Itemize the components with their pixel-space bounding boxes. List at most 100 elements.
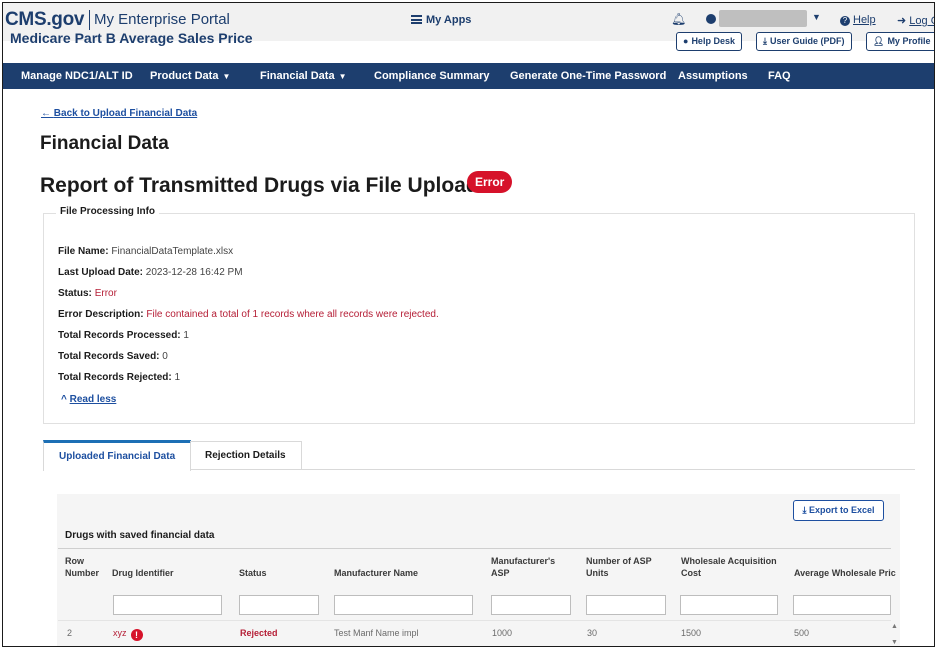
records-saved-row: Total Records Saved: 0: [58, 351, 168, 362]
records-rejected-value: 1: [174, 372, 181, 383]
download-icon: ⤓: [763, 36, 767, 46]
nav-generate-otp[interactable]: Generate One-Time Password: [510, 70, 666, 82]
filter-drug-identifier[interactable]: [113, 595, 222, 615]
cell-row-number: 2: [67, 628, 73, 638]
username-redacted[interactable]: [719, 10, 807, 27]
col-header-line1: Manufacturer's: [491, 556, 556, 566]
filter-status[interactable]: [239, 595, 319, 615]
col-header-manufacturer-asp[interactable]: Manufacturer's ASP: [491, 555, 555, 579]
col-header-line1: Row: [65, 556, 84, 566]
table-title: Drugs with saved financial data: [65, 530, 215, 541]
col-header-line2: Drug Identifier: [112, 568, 174, 578]
file-name-key: File Name:: [58, 246, 109, 257]
bell-icon[interactable]: 🔔︎: [671, 12, 686, 26]
caret-down-icon: ▼: [222, 72, 231, 81]
status-value: Error: [94, 288, 117, 299]
chevron-down-icon[interactable]: ▼: [812, 12, 821, 22]
table-header-divider: [58, 548, 891, 549]
cell-drug-identifier-text: xyz: [113, 628, 127, 638]
help-desk-button[interactable]: ● Help Desk: [676, 32, 742, 51]
cms-logo[interactable]: CMS.gov: [5, 9, 84, 31]
scroll-up-arrow[interactable]: ▲: [891, 623, 898, 630]
tab-uploaded-financial-data[interactable]: Uploaded Financial Data: [43, 440, 192, 471]
nav-financial-data-label: Financial Data: [260, 70, 335, 82]
nav-faq[interactable]: FAQ: [768, 70, 791, 82]
col-header-line1: [112, 555, 174, 567]
cell-manufacturer-name: Test Manf Name impl: [334, 628, 419, 638]
col-header-average-wholesale-price[interactable]: Average Wholesale Pric: [794, 555, 896, 579]
logout-link[interactable]: ➜ Log Out: [897, 14, 934, 27]
col-header-line1: Number of ASP: [586, 556, 652, 566]
upload-date-row: Last Upload Date: 2023-12-28 16:42 PM: [58, 267, 243, 278]
app-window: CMS.gov My Enterprise Portal My Apps 🔔︎ …: [2, 2, 935, 647]
my-apps-link[interactable]: My Apps: [411, 14, 471, 26]
nav-assumptions[interactable]: Assumptions: [678, 70, 748, 82]
nav-manage-ndc[interactable]: Manage NDC1/ALT ID: [21, 70, 133, 82]
question-icon: ?: [840, 16, 850, 26]
main-nav: Manage NDC1/ALT ID Product Data ▼ Financi…: [3, 63, 934, 89]
col-header-line1: Wholesale Acquisition: [681, 556, 777, 566]
status-row: Status: Error: [58, 288, 117, 299]
nav-product-data[interactable]: Product Data ▼: [150, 70, 230, 82]
apps-grid-icon: [411, 15, 422, 24]
records-rejected-row: Total Records Rejected: 1: [58, 372, 180, 383]
records-saved-key: Total Records Saved:: [58, 351, 160, 362]
col-header-line2: ASP: [491, 568, 510, 578]
logout-label: Log Out: [909, 15, 934, 27]
col-header-line1: [334, 555, 418, 567]
filter-manufacturer-name[interactable]: [334, 595, 473, 615]
tab-rejection-details[interactable]: Rejection Details: [190, 441, 302, 470]
filter-manufacturer-asp[interactable]: [491, 595, 571, 615]
records-processed-key: Total Records Processed:: [58, 330, 181, 341]
help-link[interactable]: ? Help: [840, 14, 876, 26]
portal-name: My Enterprise Portal: [94, 11, 230, 28]
error-icon[interactable]: !: [130, 629, 143, 641]
status-key: Status:: [58, 288, 92, 299]
records-processed-value: 1: [183, 330, 189, 341]
filter-asp-units[interactable]: [586, 595, 666, 615]
nav-compliance-summary[interactable]: Compliance Summary: [374, 70, 490, 82]
cell-drug-identifier[interactable]: xyz!: [113, 628, 143, 641]
col-header-row-number[interactable]: Row Number: [65, 555, 99, 579]
cell-wholesale-acquisition-cost: 1500: [681, 628, 702, 638]
col-header-drug-identifier[interactable]: Drug Identifier: [112, 555, 174, 579]
my-profile-button[interactable]: 👤︎ My Profile: [866, 32, 934, 51]
help-label: Help: [853, 14, 876, 26]
my-profile-label: My Profile: [887, 36, 931, 46]
upload-date-value: 2023-12-28 16:42 PM: [145, 267, 243, 278]
col-header-status[interactable]: Status: [239, 555, 267, 579]
filter-average-wholesale-price[interactable]: [793, 595, 891, 615]
nav-financial-data[interactable]: Financial Data ▼: [260, 70, 347, 82]
file-info-legend: File Processing Info: [56, 206, 160, 217]
arrow-left-icon: ←: [41, 108, 54, 119]
scroll-down-arrow[interactable]: ▼: [891, 639, 898, 646]
cell-asp-units: 30: [587, 628, 598, 638]
export-to-excel-button[interactable]: ⤓ Export to Excel: [793, 500, 884, 521]
person-icon: 👤︎: [873, 36, 885, 46]
logo-divider: [89, 10, 90, 30]
col-header-line2: Units: [586, 568, 609, 578]
back-link-label: Back to Upload Financial Data: [53, 108, 198, 119]
col-header-asp-units[interactable]: Number of ASP Units: [586, 555, 652, 579]
read-less-link[interactable]: ^ Read less: [61, 394, 116, 405]
error-description-key: Error Description:: [58, 309, 144, 320]
records-processed-row: Total Records Processed: 1: [58, 330, 189, 341]
user-guide-button[interactable]: ⤓ User Guide (PDF): [756, 32, 852, 51]
col-header-line2: Cost: [681, 568, 701, 578]
app-title: Medicare Part B Average Sales Price: [10, 30, 253, 46]
col-header-manufacturer-name[interactable]: Manufacturer Name: [334, 555, 418, 579]
records-rejected-key: Total Records Rejected:: [58, 372, 172, 383]
cell-status: Rejected: [240, 628, 278, 638]
upload-date-key: Last Upload Date:: [58, 267, 144, 278]
col-header-wholesale-acquisition-cost[interactable]: Wholesale Acquisition Cost: [681, 555, 777, 579]
cell-average-wholesale-price: 500: [794, 628, 810, 638]
back-link[interactable]: ← Back to Upload Financial Data: [41, 108, 197, 119]
question-circle-icon: ●: [683, 36, 689, 46]
nav-product-data-label: Product Data: [150, 70, 219, 82]
logout-icon: ➜: [897, 15, 910, 27]
filter-wholesale-acquisition-cost[interactable]: [680, 595, 778, 615]
col-header-line2: Number: [65, 568, 100, 578]
file-name-row: File Name: FinancialDataTemplate.xlsx: [58, 246, 233, 257]
user-guide-label: User Guide (PDF): [769, 36, 845, 46]
col-header-line2: Manufacturer Name: [334, 568, 419, 578]
